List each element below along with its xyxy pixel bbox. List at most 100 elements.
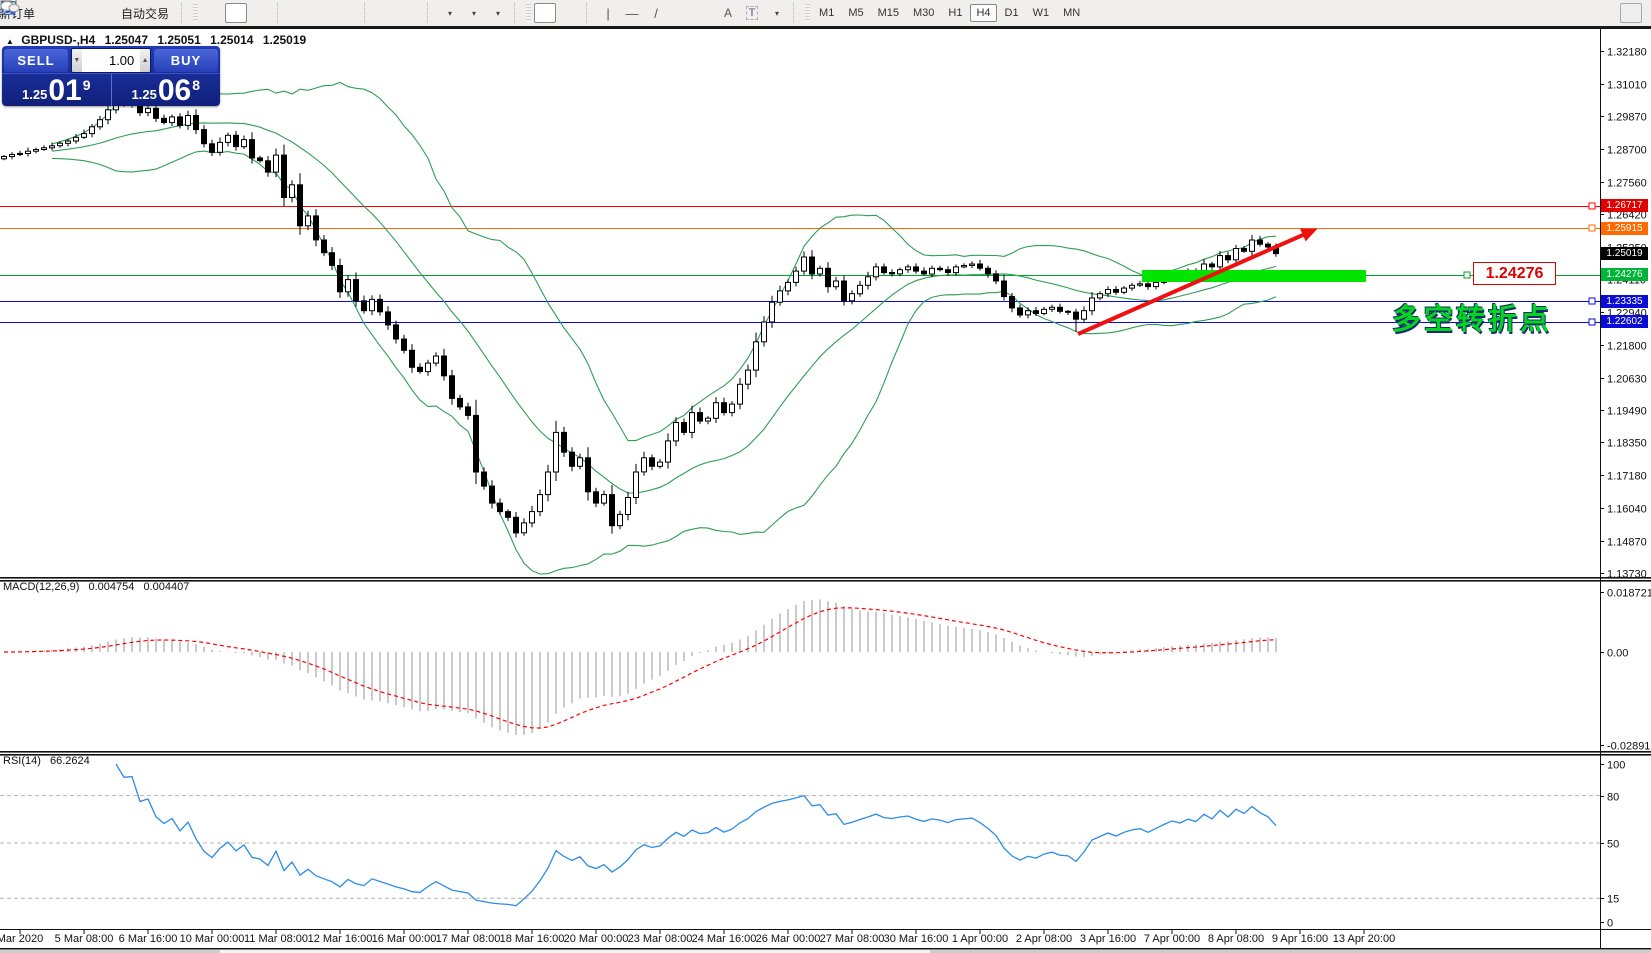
timeframe-h4-button[interactable]: H4 [970,4,996,22]
community-button[interactable] [1620,3,1642,23]
macd-value-2: 0.004407 [143,581,189,593]
candle-body [1050,307,1055,309]
line-chart-button[interactable] [249,3,271,23]
candle-body [394,325,399,339]
sell-button[interactable]: SELL [4,49,68,72]
profile-icon[interactable] [67,3,89,23]
candle-body [874,267,879,277]
pane-separator[interactable] [0,754,1651,756]
signals-icon[interactable] [91,3,113,23]
line-anchor-square[interactable] [1589,203,1595,209]
price-tag-1.25019: 1.25019 [1601,247,1648,260]
hline-tool-button[interactable]: — [621,3,643,23]
buy-price[interactable]: 1.25 06 8 [112,74,221,106]
candle-body [274,155,279,172]
timeframe-d1-button[interactable]: D1 [999,4,1025,22]
candle-body [994,274,999,281]
period-button[interactable]: ▾ [462,3,484,23]
candle-body [930,268,935,274]
template-button[interactable]: ▾ [486,3,508,23]
timeframe-h1-button[interactable]: H1 [942,4,968,22]
fibonacci-tool-button[interactable]: F [693,3,715,23]
tile-windows-button[interactable] [336,3,358,23]
candle-body [66,141,71,143]
candle-body [1058,307,1063,311]
time-tick-label: 8 Apr 08:00 [1208,933,1264,945]
volume-input[interactable] [82,49,141,72]
candle-body [978,264,983,268]
candle-body [578,458,583,467]
search-button[interactable] [1596,3,1618,23]
collapse-triangle-icon[interactable]: ▲ [6,37,14,46]
green-highlight-bar[interactable] [1142,270,1366,282]
line-anchor-square[interactable] [1589,298,1595,304]
timeframe-mn-button[interactable]: MN [1057,4,1086,22]
candlestick-chart-button[interactable] [225,3,247,23]
chart-area[interactable]: 1.321801.310101.298701.287001.275601.264… [0,0,1651,953]
timeframe-m15-button[interactable]: M15 [872,4,905,22]
toolbar: 新订单 自动交易 [0,0,1651,28]
line-anchor-square[interactable] [1464,272,1470,278]
sell-price[interactable]: 1.25 01 9 [2,74,111,106]
one-click-trading-panel: SELL ▼ ▲ BUY 1.25 01 9 1.25 06 8 [2,46,220,106]
separator [514,3,521,23]
zoom-out-button[interactable] [312,3,334,23]
timeframe-m30-button[interactable]: M30 [907,4,940,22]
candle-body [722,403,727,413]
autotrading-button[interactable]: 自动交易 [115,3,175,23]
candle-body [98,120,103,127]
candle-body [1026,311,1031,315]
candle-body [418,367,423,371]
candle-body [1234,249,1239,260]
candle-body [890,273,895,274]
volume-increase-button[interactable]: ▲ [140,49,150,72]
chart-window-icon[interactable] [43,3,65,23]
time-tick-label: 5 Mar 08:00 [55,933,114,945]
candle-body [650,458,655,467]
channel-tool-button[interactable]: E [669,3,691,23]
timeframe-w1-button[interactable]: W1 [1027,4,1056,22]
crosshair-tool-button[interactable] [558,3,580,23]
time-tick-label: 30 Mar 16:00 [884,933,949,945]
bar-chart-button[interactable] [201,3,223,23]
pane-separator[interactable] [0,580,1651,582]
candle-body [186,116,191,126]
vline-tool-button[interactable]: | [597,3,619,23]
toolbar-grip[interactable] [193,4,198,22]
timeframe-m5-button[interactable]: M5 [842,4,869,22]
turning-point-annotation[interactable]: 多空转折点 [1392,296,1552,338]
line-anchor-square[interactable] [1589,225,1595,231]
pane-separator[interactable] [0,751,1651,753]
trendline-tool-button[interactable]: / [645,3,667,23]
label-tool-button[interactable]: T [741,3,763,23]
line-anchor-square[interactable] [1589,319,1595,325]
toolbar-grip[interactable] [526,4,531,22]
toolbar-grip[interactable] [805,4,810,22]
candle-body [618,514,623,525]
arrows-tool-button[interactable]: ▾ [765,3,787,23]
candle-body [1066,311,1071,312]
add-indicator-button[interactable]: ▾ [438,3,460,23]
zoom-in-button[interactable] [288,3,310,23]
time-tick-label: 17 Mar 08:00 [436,933,501,945]
time-tick-label: 20 Mar 00:00 [564,933,629,945]
candle-body [322,240,327,253]
candle-body [794,271,799,282]
cursor-tool-button[interactable] [534,3,556,23]
candle-body [954,267,959,273]
pane-separator[interactable] [0,577,1651,579]
timeframe-m1-button[interactable]: M1 [813,4,840,22]
volume-decrease-button[interactable]: ▼ [72,49,82,72]
chart-shift-button[interactable] [399,3,421,23]
buy-button[interactable]: BUY [154,49,218,72]
candle-body [1018,308,1023,315]
auto-scroll-button[interactable] [375,3,397,23]
candle-body [450,376,455,399]
candle-body [970,264,975,265]
candle-body [82,134,87,138]
candle-body [498,503,503,512]
bar-close-value: 1.25019 [263,33,306,47]
text-tool-button[interactable]: A [717,3,739,23]
candle-body [90,127,95,134]
price-callout-label[interactable]: 1.24276 [1473,262,1556,285]
